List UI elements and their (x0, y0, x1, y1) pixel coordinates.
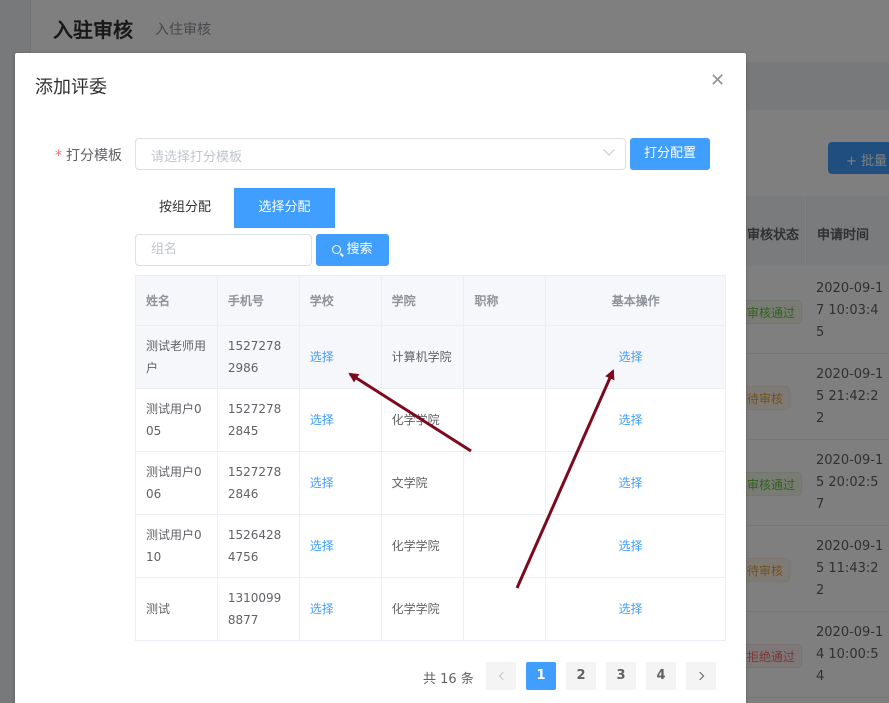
select-action-link[interactable]: 选择 (619, 602, 643, 616)
cell-name: 测试用户005 (135, 388, 218, 452)
pagination-page-2[interactable]: 2 (566, 662, 596, 690)
cell-title (463, 577, 547, 641)
group-name-search-field[interactable] (135, 234, 312, 266)
search-button-label: 搜索 (346, 242, 373, 257)
cell-school: 选择 (298, 325, 382, 389)
cell-name: 测试用户010 (135, 514, 218, 578)
select-action-link[interactable]: 选择 (619, 539, 643, 553)
column-header-school: 学校 (298, 275, 382, 326)
cell-college: 化学学院 (380, 514, 465, 578)
cell-phone: 15264284756 (216, 514, 300, 578)
select-school-link[interactable]: 选择 (310, 476, 334, 490)
cell-phone: 13100998877 (216, 577, 300, 641)
template-select-placeholder: 请选择打分模板 (151, 150, 243, 165)
select-school-link[interactable]: 选择 (310, 413, 334, 427)
cell-college: 化学学院 (380, 577, 465, 641)
cell-name: 测试用户006 (135, 451, 218, 515)
select-action-link[interactable]: 选择 (619, 476, 643, 490)
pagination-page-1[interactable]: 1 (526, 662, 556, 690)
column-header-phone: 手机号 (216, 275, 300, 326)
column-header-college: 学院 (380, 275, 465, 326)
search-icon (332, 245, 342, 254)
table-row: 测试用户005 15272782845 选择 化学学院 选择 (135, 388, 726, 452)
cell-school: 选择 (298, 388, 382, 452)
cell-actions: 选择 (545, 514, 726, 578)
select-school-link[interactable]: 选择 (310, 539, 334, 553)
cell-title (463, 451, 547, 515)
cell-school: 选择 (298, 514, 382, 578)
select-action-link[interactable]: 选择 (619, 413, 643, 427)
cell-actions: 选择 (545, 388, 726, 452)
select-school-link[interactable]: 选择 (310, 350, 334, 364)
cell-college: 计算机学院 (380, 325, 465, 389)
cell-phone: 15272782846 (216, 451, 300, 515)
cell-title (463, 514, 547, 578)
pagination-next-button[interactable] (686, 662, 716, 690)
cell-name: 测试老师用户 (135, 325, 218, 389)
cell-school: 选择 (298, 577, 382, 641)
column-header-name: 姓名 (135, 275, 218, 326)
cell-name: 测试 (135, 577, 218, 641)
cell-title (463, 325, 547, 389)
template-select[interactable]: 请选择打分模板 (135, 138, 626, 170)
tab-group-assign[interactable]: 按组分配 (135, 188, 235, 228)
cell-actions: 选择 (545, 577, 726, 641)
template-label-text: 打分模板 (66, 148, 122, 164)
table-row: 测试老师用户 15272782986 选择 计算机学院 选择 (135, 325, 726, 389)
cell-school: 选择 (298, 451, 382, 515)
cell-phone: 15272782845 (216, 388, 300, 452)
select-action-link[interactable]: 选择 (619, 350, 643, 364)
template-label: * 打分模板 (55, 145, 122, 165)
group-name-input[interactable] (151, 242, 301, 257)
add-judge-dialog: 添加评委 ✕ *打分模板 请选择打分模板 打分配置 按组分配 选择分配 搜索 姓… (15, 53, 746, 703)
column-header-title: 职称 (463, 275, 547, 326)
chevron-left-icon (498, 671, 507, 681)
close-icon[interactable]: ✕ (710, 70, 725, 91)
cell-title (463, 388, 547, 452)
tab-select-assign[interactable]: 选择分配 (234, 188, 335, 228)
pagination-total: 共 16 条 (423, 672, 474, 687)
chevron-down-icon (603, 144, 615, 156)
table-row: 测试用户010 15264284756 选择 化学学院 选择 (135, 514, 726, 578)
cell-phone: 15272782986 (216, 325, 300, 389)
chevron-right-icon (695, 671, 704, 681)
select-school-link[interactable]: 选择 (310, 602, 334, 616)
cell-actions: 选择 (545, 451, 726, 515)
dialog-title: 添加评委 (35, 77, 107, 98)
table-row: 测试 13100998877 选择 化学学院 选择 (135, 577, 726, 641)
table-row: 测试用户006 15272782846 选择 文学院 选择 (135, 451, 726, 515)
required-mark: * (55, 148, 62, 164)
table-header-row: 姓名 手机号 学校 学院 职称 基本操作 (135, 275, 726, 326)
pagination-page-4[interactable]: 4 (646, 662, 676, 690)
cell-actions: 选择 (545, 325, 726, 389)
search-button[interactable]: 搜索 (316, 234, 389, 266)
cell-college: 文学院 (380, 451, 465, 515)
cell-college: 化学学院 (380, 388, 465, 452)
score-config-button[interactable]: 打分配置 (630, 138, 710, 170)
judge-table: 姓名 手机号 学校 学院 职称 基本操作 测试老师用户 15272782986 选择… (135, 275, 726, 641)
column-header-actions: 基本操作 (545, 275, 726, 326)
pagination-page-3[interactable]: 3 (606, 662, 636, 690)
pagination-prev-button[interactable] (486, 662, 516, 690)
